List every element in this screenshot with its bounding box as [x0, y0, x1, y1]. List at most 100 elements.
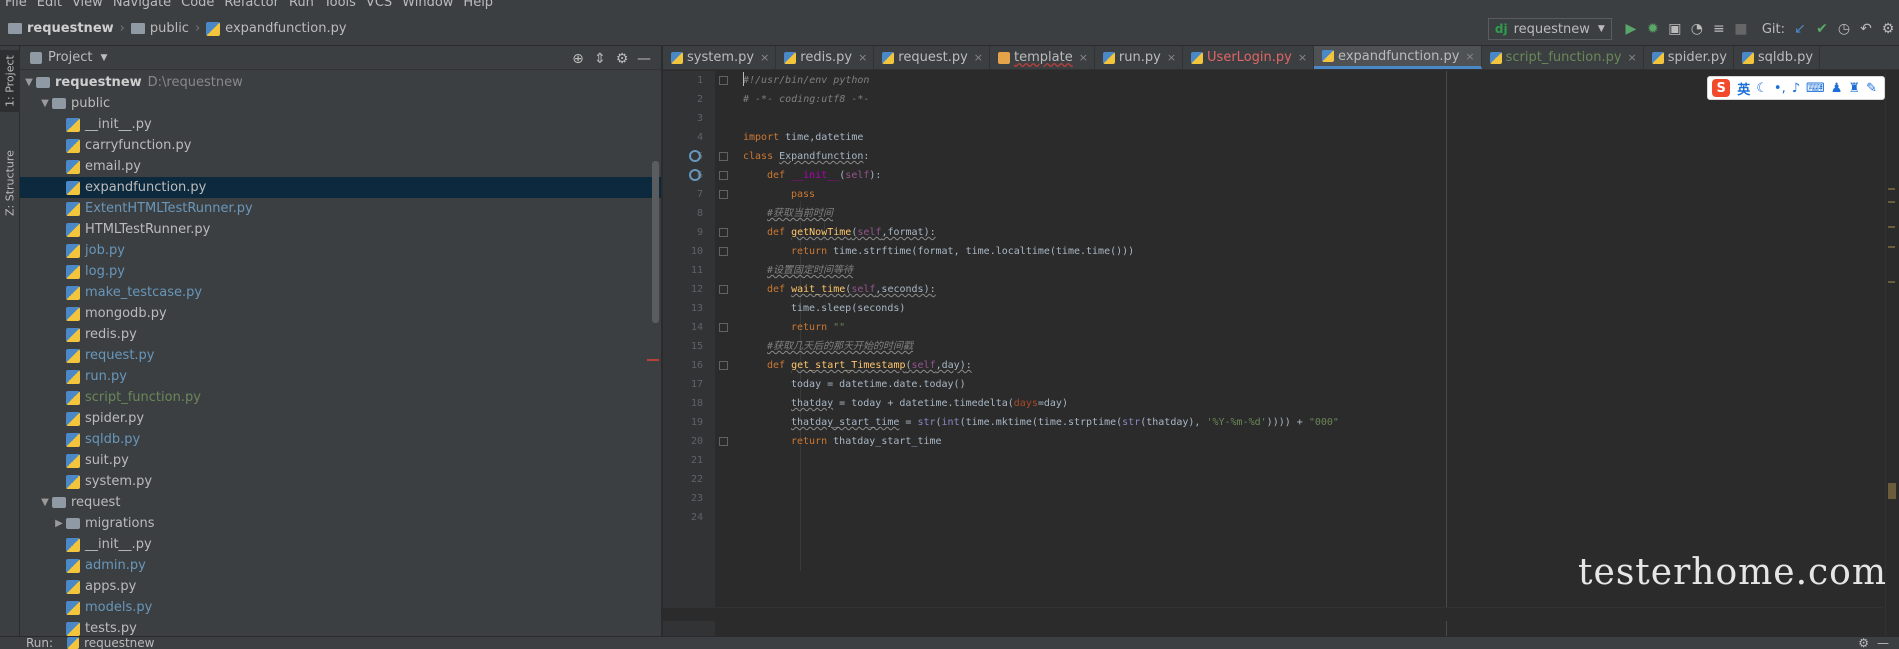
hide-panel-icon[interactable]: — — [1877, 637, 1889, 649]
warning-stripe[interactable] — [1888, 246, 1895, 248]
tree-folder[interactable]: ▶ migrations — [20, 513, 661, 534]
vcs-history-icon[interactable]: ◷ — [1833, 18, 1855, 40]
hide-panel-icon[interactable]: — — [633, 48, 655, 70]
project-panel-title[interactable]: Project — [48, 50, 92, 65]
tree-file[interactable]: ExtentHTMLTestRunner.py — [20, 198, 661, 219]
build-icon[interactable]: ≡ — [1708, 18, 1730, 40]
editor-tab[interactable]: UserLogin.py × — [1183, 46, 1315, 69]
tree-folder[interactable]: ▼ public — [20, 93, 661, 114]
expand-arrow-icon[interactable]: ▼ — [22, 77, 36, 88]
tree-file[interactable]: mongodb.py — [20, 303, 661, 324]
breadcrumb-project[interactable]: requestnew — [27, 21, 114, 36]
scroll-thumb[interactable] — [1888, 483, 1896, 499]
run-tab[interactable]: requestnew — [67, 637, 154, 649]
microphone-icon[interactable]: ♪ — [1792, 81, 1800, 96]
fold-marker[interactable] — [719, 323, 728, 332]
expand-arrow-icon[interactable]: ▼ — [38, 497, 52, 508]
close-icon[interactable]: × — [760, 51, 769, 64]
structure-tool-tab[interactable]: Z: Structure — [0, 138, 20, 228]
tree-file[interactable]: sqldb.py — [20, 429, 661, 450]
menu-navigate[interactable]: Navigate — [108, 0, 176, 9]
fold-marker[interactable] — [719, 190, 728, 199]
editor-tab[interactable]: redis.py × — [776, 46, 875, 69]
menu-code[interactable]: Code — [176, 0, 219, 9]
tree-root[interactable]: ▼ requestnew D:\requestnew — [20, 72, 661, 93]
vcs-update-icon[interactable]: ↙ — [1789, 18, 1811, 40]
gear-icon[interactable]: ⚙ — [611, 48, 633, 70]
breadcrumb-file[interactable]: expandfunction.py — [225, 21, 346, 36]
collapse-all-icon[interactable]: ⇕ — [589, 48, 611, 70]
warning-stripe[interactable] — [1888, 188, 1895, 190]
tree-file[interactable]: admin.py — [20, 555, 661, 576]
warning-stripe[interactable] — [1888, 281, 1895, 283]
editor-tab[interactable]: run.py × — [1095, 46, 1184, 69]
run-configuration-select[interactable]: dj requestnew ▼ — [1487, 18, 1612, 40]
editor-scrollbar[interactable] — [1885, 71, 1899, 636]
project-scrollbar[interactable] — [652, 161, 659, 323]
project-tool-tab[interactable]: 1: Project — [0, 50, 20, 112]
tree-file[interactable]: apps.py — [20, 576, 661, 597]
stop-icon[interactable]: ■ — [1730, 18, 1752, 40]
tree-file[interactable]: request.py — [20, 345, 661, 366]
warning-stripe[interactable] — [1888, 226, 1895, 228]
override-gutter-icon[interactable] — [689, 169, 701, 181]
tree-file[interactable]: spider.py — [20, 408, 661, 429]
tree-file[interactable]: system.py — [20, 471, 661, 492]
user-icon[interactable]: ♟ — [1831, 81, 1843, 96]
close-icon[interactable]: × — [974, 51, 983, 64]
close-icon[interactable]: × — [858, 51, 867, 64]
editor-tab[interactable]: expandfunction.py × — [1314, 46, 1482, 69]
breadcrumb-folder[interactable]: public — [150, 21, 189, 36]
fold-marker[interactable] — [719, 361, 728, 370]
wrench-icon[interactable]: ✎ — [1866, 81, 1877, 96]
chevron-down-icon[interactable]: ▼ — [100, 53, 107, 63]
collapse-arrow-icon[interactable]: ▶ — [52, 518, 66, 529]
fold-marker[interactable] — [719, 437, 728, 446]
tree-file[interactable]: suit.py — [20, 450, 661, 471]
menu-vcs[interactable]: VCS — [361, 0, 397, 9]
override-gutter-icon[interactable] — [689, 150, 701, 162]
gear-icon[interactable]: ⚙ — [1858, 637, 1869, 649]
tree-folder[interactable]: ▼ request — [20, 492, 661, 513]
editor-tab[interactable]: request.py × — [874, 46, 991, 69]
tree-file[interactable]: job.py — [20, 240, 661, 261]
close-icon[interactable]: × — [1079, 51, 1088, 64]
close-icon[interactable]: × — [1298, 51, 1307, 64]
tree-file[interactable]: make_testcase.py — [20, 282, 661, 303]
menu-tools[interactable]: Tools — [319, 0, 361, 9]
editor-tab[interactable]: template × — [990, 46, 1095, 69]
editor-horizontal-scrollbar[interactable] — [663, 607, 1883, 621]
vcs-revert-icon[interactable]: ↶ — [1855, 18, 1877, 40]
menu-run[interactable]: Run — [284, 0, 319, 9]
tree-file[interactable]: log.py — [20, 261, 661, 282]
expand-arrow-icon[interactable]: ▼ — [38, 98, 52, 109]
tree-file[interactable]: script_function.py — [20, 387, 661, 408]
tree-file[interactable]: HTMLTestRunner.py — [20, 219, 661, 240]
locate-file-icon[interactable]: ⊕ — [567, 48, 589, 70]
coverage-icon[interactable]: ▣ — [1664, 18, 1686, 40]
tree-file[interactable]: __init__.py — [20, 114, 661, 135]
moon-icon[interactable]: ☾ — [1756, 81, 1768, 96]
tree-file[interactable]: expandfunction.py — [20, 177, 661, 198]
keyboard-icon[interactable]: ⌨ — [1806, 81, 1825, 96]
editor-tab[interactable]: system.py × — [663, 46, 777, 69]
tree-file[interactable]: email.py — [20, 156, 661, 177]
fold-marker[interactable] — [719, 152, 728, 161]
tree-file[interactable]: models.py — [20, 597, 661, 618]
tree-file[interactable]: run.py — [20, 366, 661, 387]
close-icon[interactable]: × — [1465, 50, 1474, 63]
menu-refactor[interactable]: Refactor — [219, 0, 284, 9]
debug-icon[interactable]: ✹ — [1642, 18, 1664, 40]
editor-tab[interactable]: spider.py — [1644, 46, 1734, 69]
fold-marker[interactable] — [719, 76, 728, 85]
close-icon[interactable]: × — [1628, 51, 1637, 64]
vcs-commit-icon[interactable]: ✔ — [1811, 18, 1833, 40]
shirt-icon[interactable]: ♜ — [1848, 81, 1860, 96]
fold-marker[interactable] — [719, 285, 728, 294]
menu-help[interactable]: Help — [458, 0, 498, 9]
tree-file[interactable]: redis.py — [20, 324, 661, 345]
fold-marker[interactable] — [719, 247, 728, 256]
editor-tab[interactable]: sqldb.py — [1734, 46, 1821, 69]
editor-tab[interactable]: script_function.py × — [1482, 46, 1644, 69]
menu-window[interactable]: Window — [397, 0, 458, 9]
